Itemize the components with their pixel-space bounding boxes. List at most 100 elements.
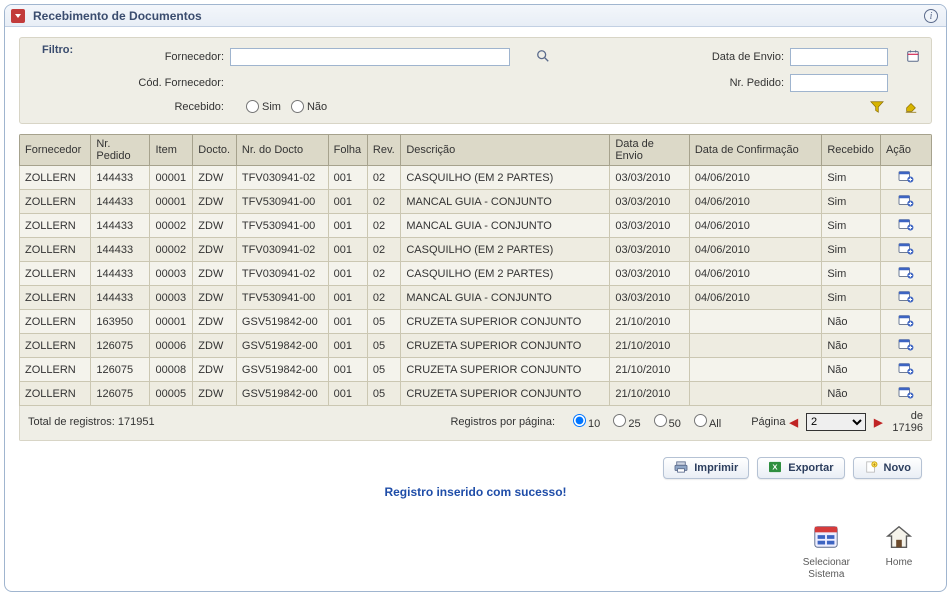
view-details-icon[interactable] xyxy=(898,361,914,375)
table-row[interactable]: ZOLLERN14443300003ZDWTFV530941-0000102MA… xyxy=(20,286,932,310)
cell-data_conf: 04/06/2010 xyxy=(689,166,822,190)
cell-recebido: Sim xyxy=(822,166,881,190)
page-next-icon[interactable]: ▶ xyxy=(870,416,886,429)
cell-fornecedor: ZOLLERN xyxy=(20,358,91,382)
grid-wrap: Fornecedor Nr. Pedido Item Docto. Nr. do… xyxy=(19,134,932,441)
table-row[interactable]: ZOLLERN14443300001ZDWTFV530941-0000102MA… xyxy=(20,190,932,214)
table-row[interactable]: ZOLLERN12607500006ZDWGSV519842-0000105CR… xyxy=(20,334,932,358)
cell-acao xyxy=(880,262,931,286)
table-row[interactable]: ZOLLERN12607500008ZDWGSV519842-0000105CR… xyxy=(20,358,932,382)
col-data-confirmacao[interactable]: Data de Confirmação xyxy=(689,135,822,166)
view-details-icon[interactable] xyxy=(898,289,914,303)
view-details-icon[interactable] xyxy=(898,385,914,399)
cell-folha: 001 xyxy=(328,238,367,262)
view-details-icon[interactable] xyxy=(898,313,914,327)
excel-icon: X xyxy=(768,461,782,476)
view-details-icon[interactable] xyxy=(898,241,914,255)
panel-title: Recebimento de Documentos xyxy=(33,9,202,23)
cell-folha: 001 xyxy=(328,382,367,406)
cell-data_conf: 04/06/2010 xyxy=(689,190,822,214)
col-data-envio[interactable]: Data de Envio xyxy=(610,135,690,166)
cell-rev: 02 xyxy=(367,238,400,262)
recebido-nao-radio[interactable] xyxy=(291,100,304,113)
cell-fornecedor: ZOLLERN xyxy=(20,286,91,310)
page-prev-icon[interactable]: ◀ xyxy=(785,416,801,429)
perpage-label: Registros por página: xyxy=(450,416,555,428)
cell-item: 00005 xyxy=(150,382,193,406)
col-descricao[interactable]: Descrição xyxy=(401,135,610,166)
cell-data_envio: 03/03/2010 xyxy=(610,286,690,310)
novo-button[interactable]: + Novo xyxy=(853,457,923,479)
view-details-icon[interactable] xyxy=(898,193,914,207)
cell-descricao: CASQUILHO (EM 2 PARTES) xyxy=(401,166,610,190)
perpage-25[interactable] xyxy=(613,414,626,427)
table-row[interactable]: ZOLLERN14443300002ZDWTFV030941-0200102CA… xyxy=(20,238,932,262)
cell-recebido: Não xyxy=(822,334,881,358)
col-folha[interactable]: Folha xyxy=(328,135,367,166)
panel-header: Recebimento de Documentos i xyxy=(5,5,946,27)
pager-bar: Total de registros: 171951 Registros por… xyxy=(19,406,932,441)
calendar-icon[interactable] xyxy=(905,48,921,64)
cell-data_envio: 03/03/2010 xyxy=(610,238,690,262)
cell-fornecedor: ZOLLERN xyxy=(20,382,91,406)
table-row[interactable]: ZOLLERN14443300001ZDWTFV030941-0200102CA… xyxy=(20,166,932,190)
cell-rev: 05 xyxy=(367,358,400,382)
recebido-sim-text: Sim xyxy=(262,101,281,113)
cell-nr_docto: GSV519842-00 xyxy=(236,334,328,358)
col-rev[interactable]: Rev. xyxy=(367,135,400,166)
info-icon[interactable]: i xyxy=(924,9,938,23)
panel-recebimento-documentos: Recebimento de Documentos i Filtro: Forn… xyxy=(4,4,947,592)
home-tile[interactable]: Home xyxy=(884,523,914,581)
recebido-sim-radio[interactable] xyxy=(246,100,259,113)
view-details-icon[interactable] xyxy=(898,169,914,183)
cell-fornecedor: ZOLLERN xyxy=(20,190,91,214)
cell-data_conf xyxy=(689,382,822,406)
cell-descricao: MANCAL GUIA - CONJUNTO xyxy=(401,190,610,214)
perpage-10[interactable] xyxy=(573,414,586,427)
table-row[interactable]: ZOLLERN14443300003ZDWTFV030941-0200102CA… xyxy=(20,262,932,286)
collapse-icon[interactable] xyxy=(11,9,25,23)
cell-nr_pedido: 144433 xyxy=(91,262,150,286)
cell-recebido: Não xyxy=(822,310,881,334)
perpage-all[interactable] xyxy=(694,414,707,427)
table-header-row: Fornecedor Nr. Pedido Item Docto. Nr. do… xyxy=(20,135,932,166)
col-docto[interactable]: Docto. xyxy=(193,135,237,166)
table-row[interactable]: ZOLLERN16395000001ZDWGSV519842-0000105CR… xyxy=(20,310,932,334)
cell-nr_docto: GSV519842-00 xyxy=(236,358,328,382)
cell-data_envio: 21/10/2010 xyxy=(610,334,690,358)
apply-filter-icon[interactable] xyxy=(869,99,885,115)
imprimir-button[interactable]: Imprimir xyxy=(663,457,749,479)
view-details-icon[interactable] xyxy=(898,265,914,279)
cell-acao xyxy=(880,238,931,262)
cell-acao xyxy=(880,214,931,238)
cell-nr_docto: TFV030941-02 xyxy=(236,238,328,262)
cell-folha: 001 xyxy=(328,310,367,334)
view-details-icon[interactable] xyxy=(898,337,914,351)
col-nr-pedido[interactable]: Nr. Pedido xyxy=(91,135,150,166)
nr-pedido-input[interactable] xyxy=(790,74,888,92)
page-select[interactable]: 2 xyxy=(806,413,866,431)
col-recebido[interactable]: Recebido xyxy=(822,135,881,166)
cod-fornecedor-label: Cód. Fornecedor: xyxy=(30,77,230,89)
col-item[interactable]: Item xyxy=(150,135,193,166)
cell-fornecedor: ZOLLERN xyxy=(20,262,91,286)
exportar-button[interactable]: X Exportar xyxy=(757,457,844,479)
cell-fornecedor: ZOLLERN xyxy=(20,310,91,334)
perpage-50[interactable] xyxy=(654,414,667,427)
col-nr-docto[interactable]: Nr. do Docto xyxy=(236,135,328,166)
selecionar-sistema-tile[interactable]: SelecionarSistema xyxy=(803,523,850,581)
data-envio-input[interactable] xyxy=(790,48,888,66)
footer-tiles: SelecionarSistema Home xyxy=(19,523,914,581)
clear-filter-icon[interactable] xyxy=(903,99,919,115)
col-fornecedor[interactable]: Fornecedor xyxy=(20,135,91,166)
table-row[interactable]: ZOLLERN14443300002ZDWTFV530941-0000102MA… xyxy=(20,214,932,238)
recebido-nao-text: Não xyxy=(307,101,327,113)
cell-acao xyxy=(880,310,931,334)
cell-docto: ZDW xyxy=(193,262,237,286)
cell-rev: 02 xyxy=(367,214,400,238)
table-row[interactable]: ZOLLERN12607500005ZDWGSV519842-0000105CR… xyxy=(20,382,932,406)
view-details-icon[interactable] xyxy=(898,217,914,231)
fornecedor-input[interactable] xyxy=(230,48,510,66)
cell-recebido: Sim xyxy=(822,238,881,262)
search-icon[interactable] xyxy=(535,48,551,64)
